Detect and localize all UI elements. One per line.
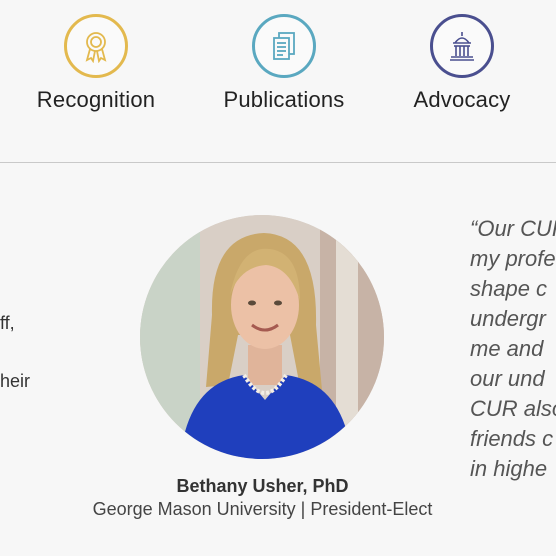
testimonial-name: Bethany Usher, PhD [176,476,349,496]
quote-line: undergr [470,306,546,331]
quote-line: friends c [470,426,554,451]
quote-line: me and [470,336,544,361]
previous-testimonial-text: heir [0,371,31,391]
feature-label: Publications [223,87,345,112]
avatar [140,215,384,459]
feature-publications[interactable]: Publications [204,14,364,113]
quote-line: in highe [470,456,548,481]
previous-testimonial-text: ff, [0,313,15,333]
quote-line: “Our CUR [470,216,556,241]
award-ribbon-icon [64,14,128,78]
section-divider [0,162,556,163]
feature-label: Advocacy [413,87,511,112]
documents-icon [252,14,316,78]
capitol-building-icon [430,14,494,78]
testimonial-quote: “Our CUR my profe shape c undergr me and… [470,214,556,484]
feature-recognition[interactable]: Recognition [16,14,176,113]
feature-label: Recognition [36,87,156,112]
quote-line: shape c [470,276,548,301]
quote-line: CUR also [470,396,556,421]
quote-line: our und [470,366,545,391]
quote-line: my profe [470,246,556,271]
feature-advocacy[interactable]: Advocacy [382,14,542,113]
testimonial-role: George Mason University | President-Elec… [92,499,433,519]
